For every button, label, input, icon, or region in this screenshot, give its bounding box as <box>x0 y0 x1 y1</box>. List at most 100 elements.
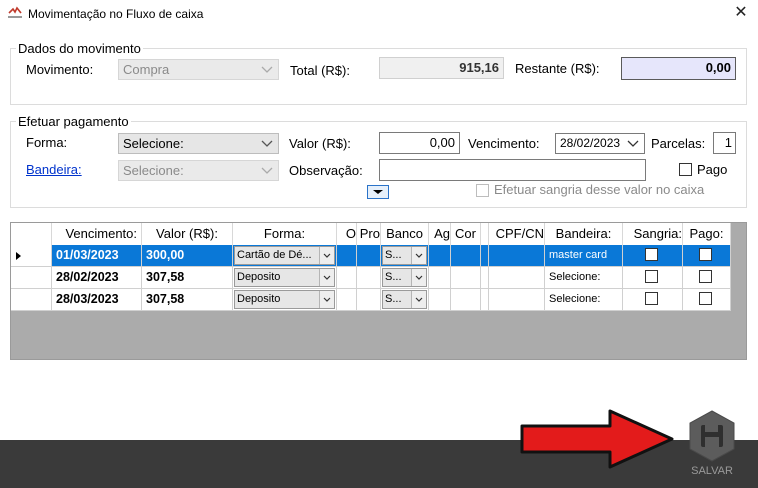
pagamento-legend: Efetuar pagamento <box>16 114 131 129</box>
sangria-checkbox[interactable] <box>476 184 489 197</box>
cell-vencimento[interactable]: 01/03/2023 <box>52 245 142 267</box>
row-indicator <box>11 245 52 267</box>
cell-cpf[interactable] <box>489 289 545 311</box>
grid-header-sangria[interactable]: Sangria: <box>623 223 683 245</box>
grid-header-forma[interactable]: Forma: <box>233 223 337 245</box>
forma-cell-select[interactable]: Cartão de Dé... <box>234 246 335 265</box>
save-button[interactable]: SALVAR <box>684 408 740 480</box>
grid-header-vencimento[interactable]: Vencimento: <box>52 223 142 245</box>
chevron-down-icon <box>411 247 426 264</box>
chevron-down-icon <box>411 291 426 308</box>
close-icon[interactable]: ✕ <box>731 3 751 23</box>
red-arrow-icon <box>518 408 676 470</box>
chevron-down-icon <box>261 161 275 180</box>
valor-field[interactable]: 0,00 <box>379 132 460 154</box>
grid-header-ag[interactable]: Ag <box>429 223 451 245</box>
row-indicator <box>11 289 52 311</box>
cell-cpf[interactable] <box>489 267 545 289</box>
cell-forma: Cartão de Dé... <box>233 245 337 267</box>
cell-o[interactable] <box>337 289 357 311</box>
pago-checkbox[interactable] <box>679 163 692 176</box>
cell-o[interactable] <box>337 245 357 267</box>
cell-cor[interactable] <box>451 267 481 289</box>
cell-narrow[interactable] <box>481 267 489 289</box>
grid-header-banco[interactable]: Banco <box>381 223 429 245</box>
parcelas-field[interactable]: 1 <box>713 132 736 154</box>
forma-cell-value: Deposito <box>237 293 281 305</box>
cell-o[interactable] <box>337 267 357 289</box>
cell-ag[interactable] <box>429 289 451 311</box>
cell-banco: S... <box>381 245 429 267</box>
banco-cell-select[interactable]: S... <box>382 268 427 287</box>
bandeira-link[interactable]: Bandeira: <box>26 162 82 177</box>
forma-label: Forma: <box>26 135 68 150</box>
cell-banco: S... <box>381 267 429 289</box>
cell-cpf[interactable] <box>489 245 545 267</box>
cell-narrow[interactable] <box>481 289 489 311</box>
cell-bandeira[interactable]: Selecione: <box>545 267 623 289</box>
total-label: Total (R$): <box>290 63 350 78</box>
forma-cell-select[interactable]: Deposito <box>234 268 335 287</box>
forma-select[interactable]: Selecione: <box>118 133 279 154</box>
grid-header-narrow[interactable] <box>481 223 489 245</box>
sangria-row-checkbox[interactable] <box>645 248 658 261</box>
row-indicator <box>11 267 52 289</box>
expand-toggle-button[interactable] <box>367 185 389 199</box>
cell-cor[interactable] <box>451 245 481 267</box>
cell-pro[interactable] <box>357 267 381 289</box>
chevron-down-icon <box>411 269 426 286</box>
cell-sangria <box>623 289 683 311</box>
forma-cell-select[interactable]: Deposito <box>234 290 335 309</box>
cell-cor[interactable] <box>451 289 481 311</box>
observacao-field[interactable] <box>379 159 646 181</box>
banco-cell-select[interactable]: S... <box>382 246 427 265</box>
cell-ag[interactable] <box>429 267 451 289</box>
app-logo-icon <box>6 6 24 20</box>
banco-cell-select[interactable]: S... <box>382 290 427 309</box>
vencimento-date-picker[interactable]: 28/02/2023 <box>555 133 645 154</box>
pago-row-checkbox[interactable] <box>699 292 712 305</box>
cell-pro[interactable] <box>357 289 381 311</box>
cell-bandeira[interactable]: master card <box>545 245 623 267</box>
forma-cell-value: Deposito <box>237 271 281 283</box>
cell-pago <box>683 245 731 267</box>
grid-header-bandeira[interactable]: Bandeira: <box>545 223 623 245</box>
grid-header-o[interactable]: O <box>337 223 357 245</box>
grid-header-cor[interactable]: Cor <box>451 223 481 245</box>
movimento-select[interactable]: Compra <box>118 59 279 80</box>
parcelas-label: Parcelas: <box>651 136 706 151</box>
sangria-row-checkbox[interactable] <box>645 270 658 283</box>
banco-cell-value: S... <box>385 271 402 283</box>
cell-forma: Deposito <box>233 267 337 289</box>
grid-header-cpf[interactable]: CPF/CN <box>489 223 545 245</box>
cell-sangria <box>623 267 683 289</box>
grid-header-pro[interactable]: Pro <box>357 223 381 245</box>
cell-valor[interactable]: 307,58 <box>142 267 233 289</box>
chevron-down-icon <box>627 134 641 153</box>
grid-header-valor[interactable]: Valor (R$): <box>142 223 233 245</box>
restante-field: 0,00 <box>621 57 736 80</box>
cell-vencimento[interactable]: 28/02/2023 <box>52 267 142 289</box>
banco-cell-value: S... <box>385 293 402 305</box>
grid-header-pago[interactable]: Pago: <box>683 223 731 245</box>
chevron-down-icon <box>261 60 275 79</box>
pago-row-checkbox[interactable] <box>699 270 712 283</box>
restante-label: Restante (R$): <box>515 61 600 76</box>
sangria-row-checkbox[interactable] <box>645 292 658 305</box>
valor-label: Valor (R$): <box>289 136 351 151</box>
chevron-down-icon <box>261 134 275 153</box>
movimento-legend: Dados do movimento <box>16 41 143 56</box>
cell-narrow[interactable] <box>481 245 489 267</box>
chevron-down-icon <box>319 247 334 264</box>
cell-pago <box>683 289 731 311</box>
row-pointer-icon <box>16 252 21 260</box>
cell-ag[interactable] <box>429 245 451 267</box>
cell-bandeira[interactable]: Selecione: <box>545 289 623 311</box>
bandeira-select[interactable]: Selecione: <box>118 160 279 181</box>
cell-pro[interactable] <box>357 245 381 267</box>
pago-row-checkbox[interactable] <box>699 248 712 261</box>
total-field: 915,16 <box>379 57 504 79</box>
cell-valor[interactable]: 307,58 <box>142 289 233 311</box>
cell-valor[interactable]: 300,00 <box>142 245 233 267</box>
cell-vencimento[interactable]: 28/03/2023 <box>52 289 142 311</box>
